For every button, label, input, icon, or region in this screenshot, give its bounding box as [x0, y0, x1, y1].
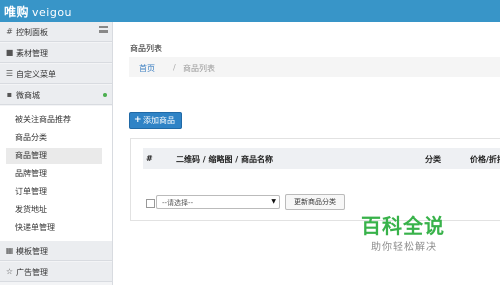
- sidebar-item-dashboard[interactable]: # 控制面板: [0, 22, 112, 42]
- update-category-button[interactable]: 更新商品分类: [285, 194, 345, 210]
- list-icon: ☰: [5, 69, 14, 78]
- menu-toggle-icon[interactable]: [99, 26, 108, 33]
- caret-down-icon: ▼: [271, 198, 276, 205]
- watermark-title: 百科全说: [361, 214, 445, 238]
- sidebar-item-label: 广告管理: [16, 268, 48, 277]
- sidebar-item-label: 素材管理: [16, 49, 48, 58]
- sidebar-item-label: 微商城: [16, 91, 40, 100]
- sidebar-item-custom-menu[interactable]: ☰ 自定义菜单: [0, 64, 112, 84]
- breadcrumb: 首页 / 商品列表: [129, 57, 500, 77]
- submenu-item-category[interactable]: 商品分类: [6, 130, 102, 146]
- main-content: 商品列表 首页 / 商品列表 + 添加商品 # 二维码 / 缩略图 / 商品名称…: [113, 22, 500, 285]
- sidebar-item-label: 控制面板: [16, 28, 48, 37]
- breadcrumb-current: 商品列表: [183, 64, 215, 73]
- brand-name: 唯购: [4, 5, 30, 19]
- sidebar-item-label: 模板管理: [16, 247, 48, 256]
- column-header-index: #: [146, 154, 153, 163]
- material-icon: ■: [5, 48, 14, 57]
- app-logo[interactable]: 唯购 veigou: [4, 3, 72, 20]
- category-select-value: --请选择--: [162, 199, 194, 207]
- submenu: 被关注商品推荐 商品分类 商品管理 品牌管理 订单管理 发货地址 快递单管理: [0, 106, 112, 241]
- sidebar-item-materials[interactable]: ■ 素材管理: [0, 43, 112, 63]
- submenu-item-products[interactable]: 商品管理: [6, 148, 102, 164]
- category-select[interactable]: --请选择-- ▼: [156, 195, 280, 209]
- sidebar-item-micro-mall[interactable]: ▪ 微商城: [0, 85, 112, 105]
- submenu-item-waybill[interactable]: 快递单管理: [6, 220, 102, 236]
- sidebar: # 控制面板 ■ 素材管理 ☰ 自定义菜单 ▪ 微商城 被关注商品推荐 商品分类…: [0, 22, 113, 285]
- hash-icon: #: [6, 27, 13, 36]
- shop-icon: ▪: [6, 90, 13, 99]
- breadcrumb-separator: /: [173, 63, 176, 72]
- top-bar: 唯购 veigou: [0, 0, 500, 22]
- table-header: # 二维码 / 缩略图 / 商品名称 分类 价格/折扣: [143, 148, 500, 169]
- add-product-label: 添加商品: [143, 116, 175, 125]
- status-dot: [103, 93, 107, 97]
- sidebar-item-label: 自定义菜单: [16, 70, 56, 79]
- watermark-subtitle: 助你轻松解决: [371, 242, 437, 253]
- column-header-name: 二维码 / 缩略图 / 商品名称: [176, 155, 273, 164]
- submenu-item-orders[interactable]: 订单管理: [6, 184, 102, 200]
- breadcrumb-home-link[interactable]: 首页: [139, 63, 155, 74]
- sidebar-item-ads[interactable]: ☆ 广告管理: [0, 262, 112, 282]
- page-title: 商品列表: [130, 44, 162, 53]
- brand-sub: veigou: [32, 6, 73, 19]
- grid-icon: ▦: [5, 246, 14, 255]
- sidebar-item-templates[interactable]: ▦ 模板管理: [0, 241, 112, 261]
- column-header-category: 分类: [425, 155, 441, 164]
- select-all-checkbox[interactable]: [146, 199, 155, 208]
- star-icon: ☆: [5, 267, 14, 276]
- submenu-item-shipping-address[interactable]: 发货地址: [6, 202, 102, 218]
- add-product-button[interactable]: + 添加商品: [129, 112, 182, 129]
- submenu-item-brands[interactable]: 品牌管理: [6, 166, 102, 182]
- submenu-item-recommend[interactable]: 被关注商品推荐: [6, 112, 102, 128]
- product-table-panel: # 二维码 / 缩略图 / 商品名称 分类 价格/折扣 --请选择-- ▼ 更新…: [130, 138, 500, 221]
- plus-icon: +: [134, 115, 142, 125]
- column-header-price: 价格/折扣: [470, 155, 500, 164]
